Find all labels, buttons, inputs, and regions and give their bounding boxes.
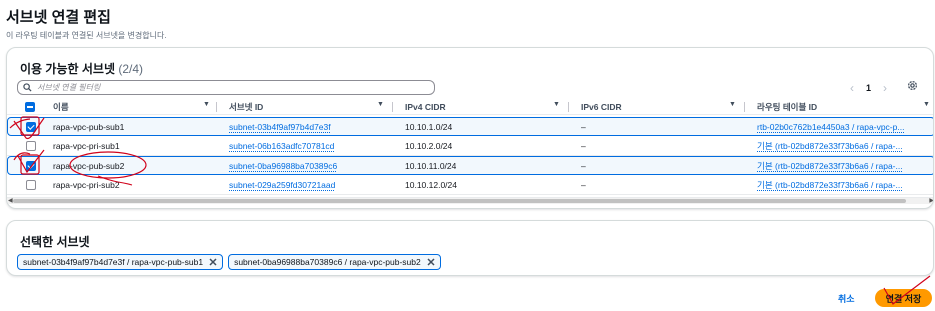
save-associations-button[interactable]: 연결 저장: [875, 289, 932, 307]
selected-subnets-heading: 선택한 서브넷: [20, 235, 90, 249]
subnet-id-link[interactable]: subnet-029a259fd30721aad: [229, 176, 335, 194]
ipv6-cidr: –: [581, 160, 586, 171]
column-header-route-table-id[interactable]: 라우팅 테이블 ID: [757, 99, 817, 115]
sort-caret-icon[interactable]: ▼: [553, 101, 560, 108]
chevron-right-icon[interactable]: ›: [883, 81, 887, 95]
chevron-left-icon[interactable]: ‹: [850, 81, 854, 95]
route-table-link[interactable]: 기본 (rtb-02bd872e33f73b6a6 / rapa-...: [757, 157, 903, 174]
column-header-ipv6-cidr[interactable]: IPv6 CIDR: [581, 99, 622, 115]
close-icon[interactable]: [426, 257, 436, 267]
row-checkbox[interactable]: [26, 160, 36, 171]
route-table-link[interactable]: 기본 (rtb-02bd872e33f73b6a6 / rapa-...: [757, 176, 903, 194]
ipv6-cidr: –: [581, 180, 586, 190]
token-label: subnet-0ba96988ba70389c6 / rapa-vpc-pub-…: [234, 257, 421, 267]
cancel-button[interactable]: 취소: [838, 292, 855, 305]
row-checkbox[interactable]: [26, 121, 36, 132]
table-row[interactable]: rapa-vpc-pub-sub2 subnet-0ba96988ba70389…: [7, 156, 933, 175]
subnet-name: rapa-vpc-pri-sub2: [53, 180, 120, 190]
sort-caret-icon[interactable]: ▼: [729, 101, 736, 108]
route-table-link[interactable]: rtb-02b0c762b1e4450a3 / rapa-vpc-p...: [757, 118, 904, 135]
selected-subnets-panel: 선택한 서브넷 subnet-03b4f9af97b4d7e3f / rapa-…: [6, 220, 934, 276]
sort-caret-icon[interactable]: ▼: [923, 101, 930, 108]
page-title: 서브넷 연결 편집: [6, 9, 111, 26]
subnet-name: rapa-vpc-pub-sub1: [53, 121, 125, 132]
horizontal-scrollbar[interactable]: ◀ ▶: [7, 197, 933, 204]
selected-subnet-token: subnet-03b4f9af97b4d7e3f / rapa-vpc-pub-…: [17, 254, 224, 270]
close-icon[interactable]: [208, 257, 218, 267]
sort-caret-icon[interactable]: ▼: [377, 101, 384, 108]
scrollbar-thumb[interactable]: [13, 199, 906, 203]
subnet-id-link[interactable]: subnet-0ba96988ba70389c6: [229, 157, 337, 174]
available-subnets-heading: 이용 가능한 서브넷 (2/4): [20, 60, 143, 77]
column-header-ipv4-cidr[interactable]: IPv4 CIDR: [405, 99, 446, 115]
selected-tokens: subnet-03b4f9af97b4d7e3f / rapa-vpc-pub-…: [17, 254, 441, 270]
scroll-left-arrow-icon[interactable]: ◀: [8, 198, 13, 204]
available-subnets-panel: 이용 가능한 서브넷 (2/4) ‹ 1 › 이름 ▼ 서브넷 ID ▼ IPv…: [6, 47, 934, 209]
available-subnets-title: 이용 가능한 서브넷: [20, 62, 115, 76]
ipv4-cidr: 10.10.1.0/24: [405, 121, 453, 132]
ipv4-cidr: 10.10.11.0/24: [405, 160, 457, 171]
subnet-id-link[interactable]: subnet-06b163adfc70781cd: [229, 137, 334, 155]
search-input[interactable]: [37, 83, 417, 92]
table-row[interactable]: rapa-vpc-pub-sub1 subnet-03b4f9af97b4d7e…: [7, 117, 933, 136]
table-row[interactable]: rapa-vpc-pri-sub1 subnet-06b163adfc70781…: [7, 137, 933, 156]
token-label: subnet-03b4f9af97b4d7e3f / rapa-vpc-pub-…: [23, 257, 204, 267]
route-table-link[interactable]: 기본 (rtb-02bd872e33f73b6a6 / rapa-...: [757, 137, 903, 155]
select-all-checkbox[interactable]: [25, 99, 35, 115]
subnet-name: rapa-vpc-pub-sub2: [53, 160, 125, 171]
ipv4-cidr: 10.10.2.0/24: [405, 141, 453, 151]
ipv4-cidr: 10.10.12.0/24: [405, 180, 457, 190]
column-header-subnet-id[interactable]: 서브넷 ID: [229, 99, 263, 115]
scroll-right-arrow-icon[interactable]: ▶: [929, 198, 933, 204]
pagination: ‹ 1 ›: [850, 81, 887, 95]
selected-subnet-token: subnet-0ba96988ba70389c6 / rapa-vpc-pub-…: [228, 254, 441, 270]
subnet-id-link[interactable]: subnet-03b4f9af97b4d7e3f: [229, 118, 331, 135]
search-icon: [23, 83, 32, 92]
settings-icon[interactable]: [906, 79, 919, 92]
subnet-name: rapa-vpc-pri-sub1: [53, 141, 120, 151]
page-subtitle: 이 라우팅 테이블과 연결된 서브넷을 변경합니다.: [6, 31, 167, 40]
ipv6-cidr: –: [581, 141, 586, 151]
search-box[interactable]: [17, 80, 435, 95]
available-subnets-count: (2/4): [118, 62, 144, 76]
column-header-name[interactable]: 이름: [53, 99, 69, 115]
table-header: 이름 ▼ 서브넷 ID ▼ IPv4 CIDR ▼ IPv6 CIDR ▼ 라우…: [7, 99, 933, 115]
sort-caret-icon[interactable]: ▼: [203, 101, 210, 108]
table-row[interactable]: rapa-vpc-pri-sub2 subnet-029a259fd30721a…: [7, 176, 933, 195]
page-number[interactable]: 1: [866, 83, 871, 93]
row-checkbox[interactable]: [26, 180, 36, 190]
ipv6-cidr: –: [581, 121, 586, 132]
row-checkbox[interactable]: [26, 141, 36, 151]
